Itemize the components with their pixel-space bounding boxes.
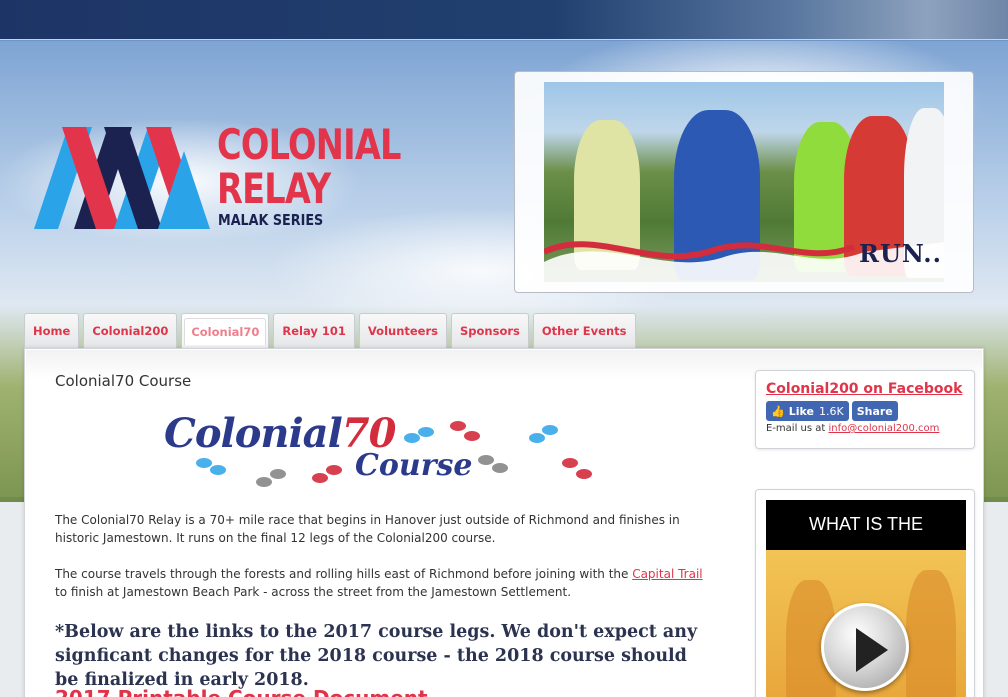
nav-label: Relay 101 [282,324,346,338]
logo-title: COLONIAL RELAY [217,123,401,211]
course-document-link[interactable]: 2017 Printable Course Document [55,686,428,697]
video-player[interactable]: WHAT IS THE [766,500,966,697]
nav-relay-101[interactable]: Relay 101 [273,313,355,348]
route-text-end: to finish at Jamestown Beach Park - acro… [55,585,572,599]
like-label: Like [788,404,814,418]
share-label: Share [856,404,893,418]
nav-label: Colonial70 [184,317,267,345]
site-logo[interactable]: COLONIAL RELAY MALAK SERIES [34,123,401,235]
nav-label: Volunteers [367,324,438,338]
main-nav: Home Colonial200 Colonial70 Relay 101 Vo… [24,313,636,348]
play-icon [856,628,888,672]
footprints-icon [196,421,592,487]
route-text: The course travels through the forests a… [55,567,633,581]
video-widget: WHAT IS THE [755,489,975,697]
video-runner-figure [906,570,956,697]
facebook-like-button[interactable]: 👍 Like 1.6K [766,401,849,421]
route-paragraph: The course travels through the forests a… [55,565,710,601]
email-link[interactable]: info@colonial200.com [829,423,940,434]
nav-other-events[interactable]: Other Events [532,313,636,348]
nav-label: Other Events [541,324,627,338]
thumbs-up-icon: 👍 [771,404,785,418]
course-logo: Colonial70 Course [160,408,610,500]
logo-line-2: RELAY [217,164,331,213]
slideshow-image[interactable]: RUN.. [544,82,944,282]
intro-paragraph: The Colonial70 Relay is a 70+ mile race … [55,513,680,545]
nav-label: Colonial200 [92,324,169,338]
play-button[interactable] [821,603,909,691]
slideshow[interactable]: RUN.. [514,71,974,293]
email-line: E-mail us at info@colonial200.com [766,423,939,434]
nav-colonial70[interactable]: Colonial70 [181,313,270,348]
nav-label: Sponsors [460,324,520,338]
facebook-share-button[interactable]: Share [851,401,898,421]
nav-home[interactable]: Home [24,313,80,348]
logo-mark-icon [34,127,210,229]
facebook-page-link[interactable]: Colonial200 on Facebook [766,381,962,397]
nav-volunteers[interactable]: Volunteers [358,313,447,348]
logo-line-1: COLONIAL [217,120,401,169]
top-bar [0,0,1008,40]
email-prefix: E-mail us at [766,423,829,434]
facebook-buttons: 👍 Like 1.6K Share [766,401,898,421]
course-notice: *Below are the links to the 2017 course … [55,622,698,690]
capital-trail-link[interactable]: Capital Trail [632,567,702,581]
logo-subtitle: MALAK SERIES [218,211,324,229]
slide-caption: RUN.. [859,239,942,268]
like-count: 1.6K [818,404,844,418]
nav-colonial200[interactable]: Colonial200 [83,313,178,348]
video-heading: WHAT IS THE [808,514,923,534]
nav-label: Home [33,324,71,338]
page-title: Colonial70 Course [55,372,192,390]
facebook-widget: Colonial200 on Facebook 👍 Like 1.6K Shar… [755,370,975,449]
nav-sponsors[interactable]: Sponsors [451,313,529,348]
